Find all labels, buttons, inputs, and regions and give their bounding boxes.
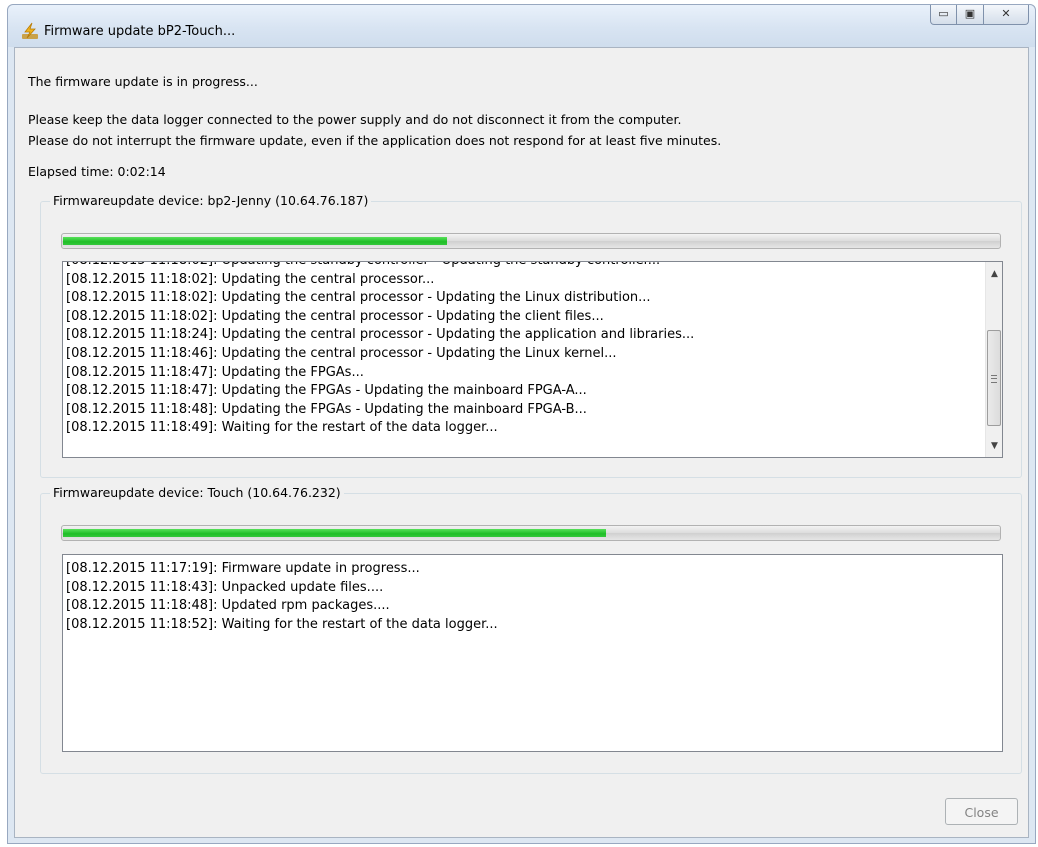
log-line: [08.12.2015 11:17:19]: Firmware update i… <box>66 561 420 576</box>
device-group-bp2-jenny: Firmwareupdate device: bp2-Jenny (10.64.… <box>40 193 1022 478</box>
log-line: [08.12.2015 11:18:02]: Updating the cent… <box>66 308 604 324</box>
elapsed-time-label: Elapsed time: <box>28 164 114 179</box>
log-line: [08.12.2015 11:18:46]: Updating the cent… <box>66 345 617 361</box>
log-line: [08.12.2015 11:18:47]: Updating the FPGA… <box>66 383 587 399</box>
title-bar[interactable]: Firmware update bP2-Touch... ▭ ▣ ✕ <box>8 5 1035 47</box>
minimize-button[interactable]: ▭ <box>930 5 957 25</box>
scroll-up-arrow-icon[interactable]: ▲ <box>986 266 1002 283</box>
warning-text-2: Please do not interrupt the firmware upd… <box>28 133 722 148</box>
device-log-lines: [08.12.2015 11:17:19]: Firmware update i… <box>66 560 498 634</box>
minimize-icon: ▭ <box>938 7 949 20</box>
device-progress-fill <box>63 237 447 245</box>
log-line: [08.12.2015 11:18:48]: Updated rpm packa… <box>66 598 390 614</box>
maximize-icon: ▣ <box>964 7 976 20</box>
elapsed-time: Elapsed time: 0:02:14 <box>28 164 166 179</box>
firmware-update-window: Firmware update bP2-Touch... ▭ ▣ ✕ The f… <box>7 4 1036 844</box>
log-line: [08.12.2015 11:18:24]: Updating the cent… <box>66 327 695 343</box>
status-text: The firmware update is in progress... <box>28 74 258 89</box>
log-line: [08.12.2015 11:18:02]: Updating the cent… <box>66 290 651 306</box>
log-line: [08.12.2015 11:18:52]: Waiting for the r… <box>66 616 498 632</box>
device-log[interactable]: [08.12.2015 11:18:02]: Updating the stan… <box>62 261 1003 458</box>
device-progress-fill <box>63 529 606 537</box>
close-icon: ✕ <box>1001 7 1011 20</box>
device-group-touch: Firmwareupdate device: Touch (10.64.76.2… <box>40 485 1022 774</box>
log-line: [08.12.2015 11:18:49]: Waiting for the r… <box>66 420 498 436</box>
close-window-button[interactable]: ✕ <box>984 5 1029 25</box>
scroll-down-arrow-icon[interactable]: ▼ <box>986 438 1002 455</box>
scrollbar-thumb[interactable] <box>987 330 1001 426</box>
log-line: [08.12.2015 11:18:02]: Updating the cent… <box>66 271 435 287</box>
log-line: [08.12.2015 11:18:48]: Updating the FPGA… <box>66 401 587 417</box>
log-line: [08.12.2015 11:18:02]: Updating the stan… <box>66 262 694 271</box>
window-title: Firmware update bP2-Touch... <box>44 24 236 39</box>
window-controls: ▭ ▣ ✕ <box>930 5 1029 25</box>
maximize-button[interactable]: ▣ <box>957 5 984 25</box>
device-log[interactable]: [08.12.2015 11:17:19]: Firmware update i… <box>62 554 1003 752</box>
dialog-body: The firmware update is in progress... Pl… <box>14 47 1029 838</box>
log-line: [08.12.2015 11:18:47]: Updating the FPGA… <box>66 364 364 380</box>
close-button[interactable]: Close <box>945 798 1018 825</box>
device-progress-bar <box>61 233 1001 249</box>
device-group-label: Firmwareupdate device: bp2-Jenny (10.64.… <box>50 193 372 208</box>
log-scrollbar[interactable]: ▲ ▼ <box>985 262 1002 457</box>
log-line: [08.12.2015 11:18:43]: Unpacked update f… <box>66 579 384 595</box>
device-log-lines: [08.12.2015 11:18:02]: Updating the stan… <box>66 262 695 438</box>
grip-icon <box>991 375 997 383</box>
device-progress-bar <box>61 525 1001 541</box>
warning-text-1: Please keep the data logger connected to… <box>28 112 682 127</box>
elapsed-time-value: 0:02:14 <box>117 164 166 179</box>
device-group-label: Firmwareupdate device: Touch (10.64.76.2… <box>50 485 344 500</box>
lightning-app-icon <box>22 22 38 39</box>
